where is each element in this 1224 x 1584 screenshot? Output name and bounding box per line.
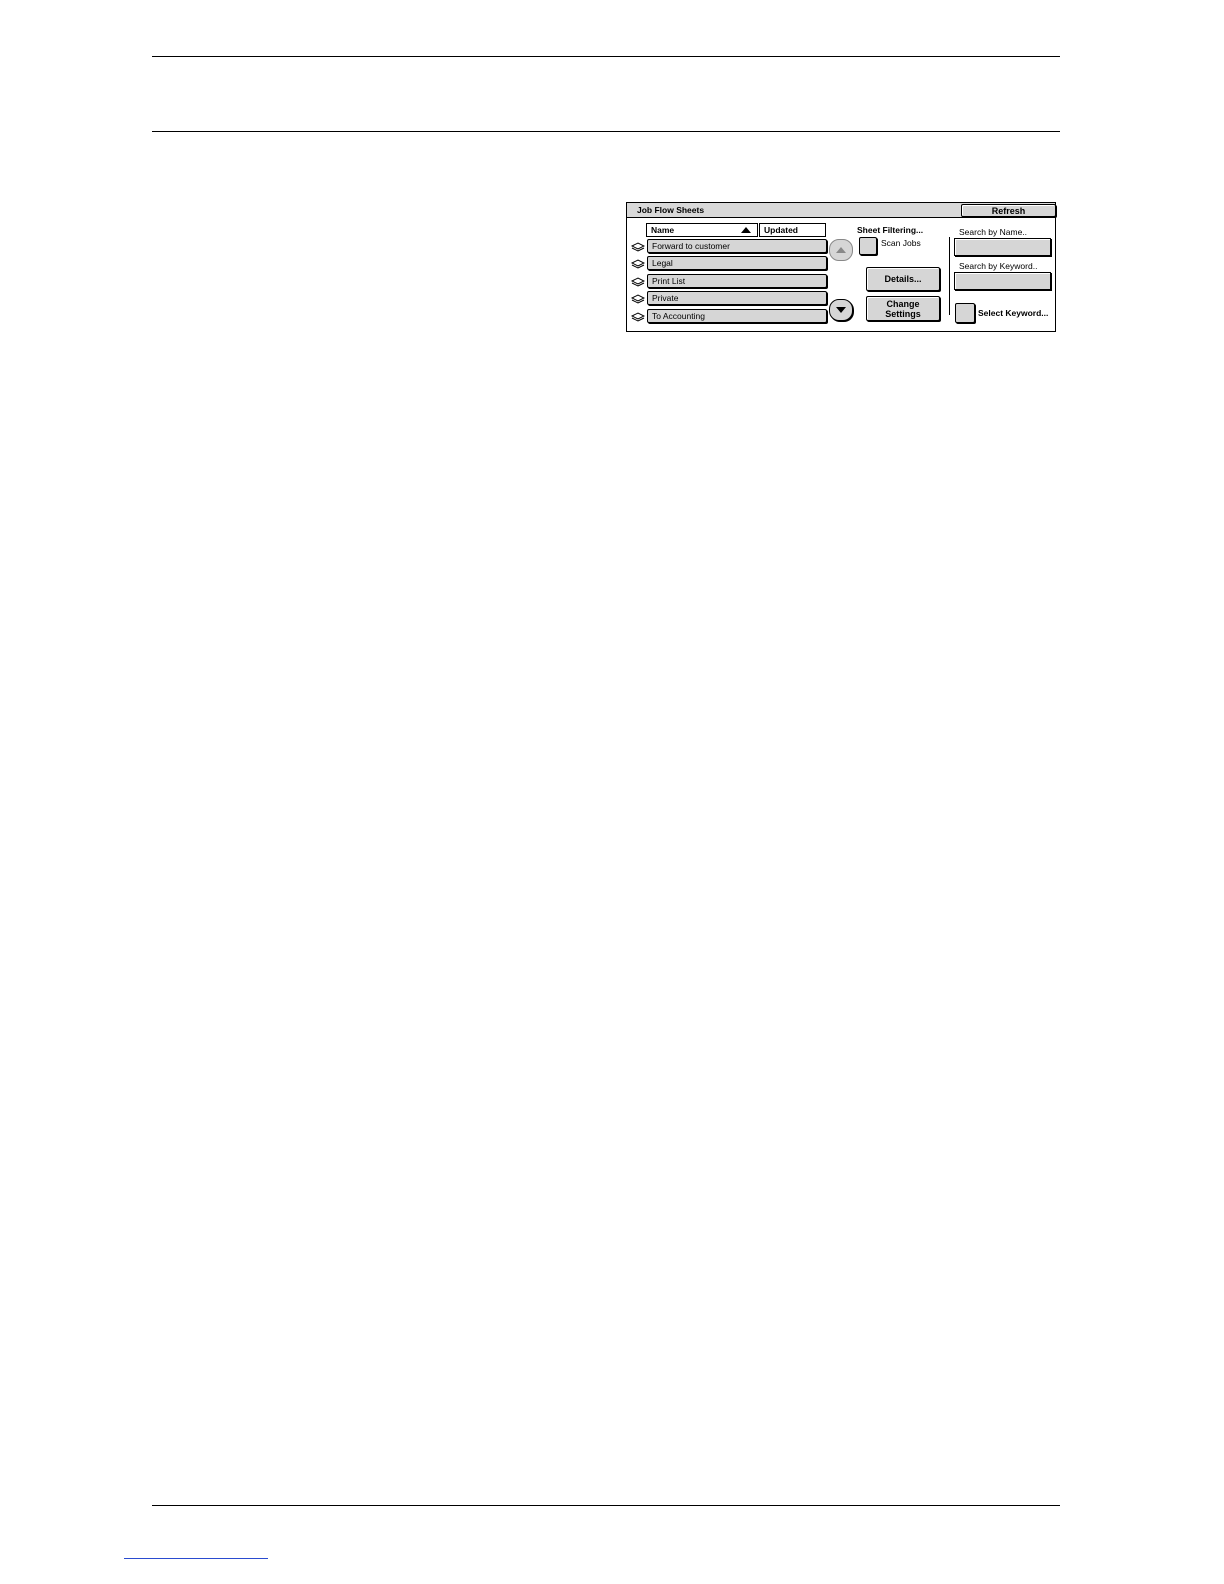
list-item-label[interactable]: Forward to customer [647, 239, 827, 253]
list-item[interactable]: Forward to customer [631, 239, 827, 255]
search-by-keyword-input[interactable] [954, 272, 1051, 290]
list-item-label[interactable]: Private [647, 291, 827, 305]
list-item[interactable]: Print List [631, 274, 827, 290]
scan-jobs-checkbox[interactable] [859, 237, 877, 255]
document-stack-icon [631, 259, 645, 269]
scan-jobs-label: Scan Jobs [881, 238, 921, 248]
panel-title: Job Flow Sheets [637, 205, 705, 215]
list-item-label[interactable]: Print List [647, 274, 827, 288]
scroll-up-icon [836, 247, 846, 253]
list-item-label[interactable]: To Accounting [647, 309, 827, 323]
scroll-down-icon [836, 307, 846, 313]
change-settings-button[interactable]: Change Settings [866, 296, 940, 321]
footnote-rule [124, 1558, 268, 1559]
scroll-down-button[interactable] [829, 299, 853, 321]
sheet-filtering-label: Sheet Filtering... [857, 225, 924, 235]
column-header-name[interactable]: Name [646, 223, 758, 237]
change-settings-label: Change Settings [885, 299, 921, 319]
list-item[interactable]: To Accounting [631, 309, 827, 325]
change-settings-line1: Change [886, 298, 920, 309]
scroll-up-button[interactable] [829, 239, 853, 261]
column-header-updated-label: Updated [764, 225, 798, 235]
document-stack-icon [631, 312, 645, 322]
document-stack-icon [631, 294, 645, 304]
details-button[interactable]: Details... [866, 267, 940, 291]
search-by-keyword-label: Search by Keyword.. [959, 261, 1038, 271]
document-stack-icon [631, 277, 645, 287]
footer-rule [152, 1505, 1060, 1506]
job-flow-sheets-panel: Job Flow Sheets Refresh Name Updated For… [626, 202, 1056, 332]
select-keyword-label: Select Keyword... [978, 308, 1049, 318]
list-item[interactable]: Private [631, 291, 827, 307]
column-header-name-label: Name [651, 225, 675, 235]
header-rule-top [152, 56, 1060, 57]
list-item[interactable]: Legal [631, 256, 827, 272]
search-by-name-label: Search by Name.. [959, 227, 1028, 237]
document-stack-icon [631, 242, 645, 252]
sort-ascending-icon [741, 227, 751, 233]
panel-divider [949, 237, 950, 315]
header-rule-bottom [152, 131, 1060, 132]
refresh-button[interactable]: Refresh [961, 204, 1056, 217]
column-header-updated[interactable]: Updated [759, 223, 826, 237]
list-item-label[interactable]: Legal [647, 256, 827, 270]
select-keyword-checkbox[interactable] [955, 303, 975, 323]
change-settings-line2: Settings [885, 308, 921, 319]
search-by-name-input[interactable] [954, 238, 1051, 256]
